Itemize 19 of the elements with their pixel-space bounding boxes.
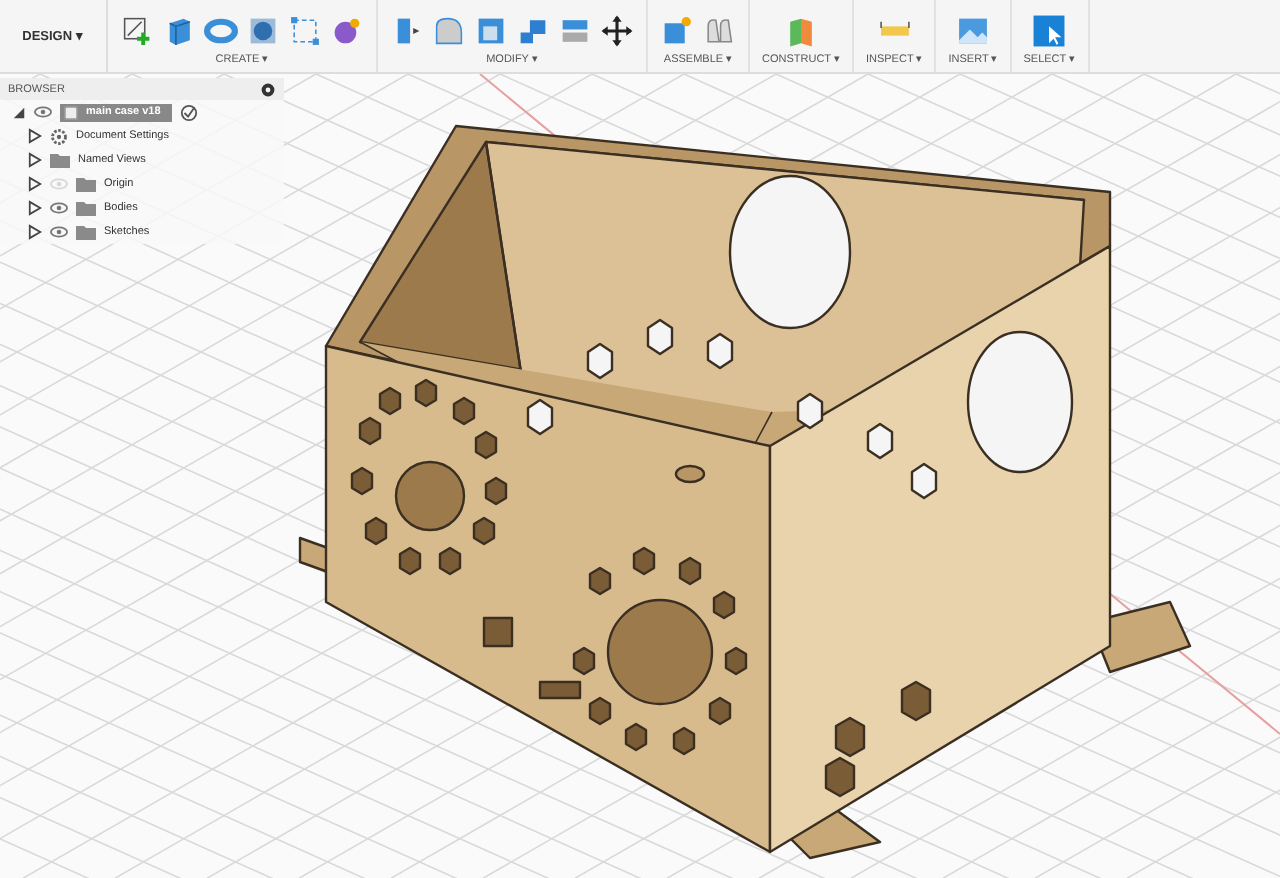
shell-icon[interactable] bbox=[474, 14, 508, 48]
move-arrows-icon[interactable] bbox=[600, 14, 634, 48]
activate-icon[interactable] bbox=[180, 103, 199, 121]
joint-icon[interactable] bbox=[702, 14, 736, 48]
component-icon bbox=[64, 105, 78, 119]
collapse-triangle-icon[interactable] bbox=[12, 105, 26, 119]
gear-icon bbox=[50, 127, 68, 145]
image-icon[interactable] bbox=[955, 14, 990, 48]
ring-icon[interactable] bbox=[204, 14, 238, 48]
eye-icon[interactable] bbox=[50, 226, 68, 238]
component-icon[interactable] bbox=[660, 14, 694, 48]
settings-icon[interactable] bbox=[260, 81, 276, 97]
eye-icon[interactable] bbox=[34, 106, 52, 118]
blocks-icon[interactable] bbox=[516, 14, 550, 48]
cursor-icon[interactable] bbox=[1032, 14, 1067, 48]
dotted-square-icon[interactable] bbox=[288, 14, 322, 48]
rounded-corner-icon[interactable] bbox=[432, 14, 466, 48]
eye-icon[interactable] bbox=[50, 202, 68, 214]
square-plus-icon[interactable] bbox=[120, 14, 154, 48]
